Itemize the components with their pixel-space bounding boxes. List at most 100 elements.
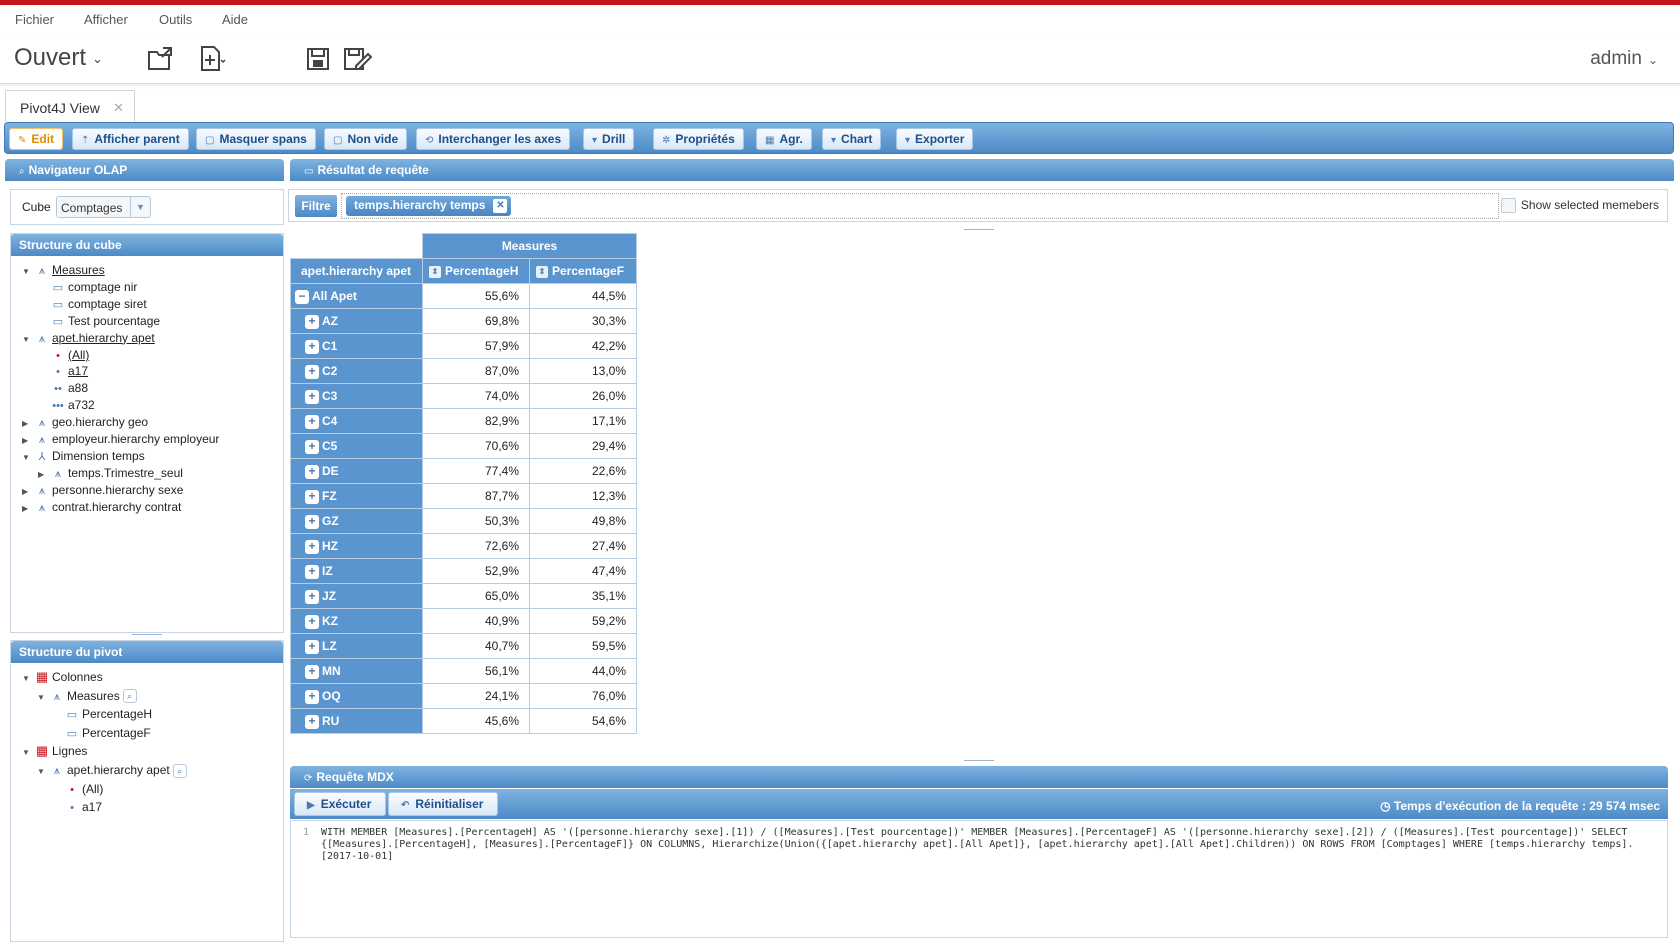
expand-icon[interactable]: + (305, 564, 319, 579)
checkbox[interactable] (1500, 198, 1516, 214)
tree-item[interactable]: • (All) (52, 781, 103, 797)
splitter-handle[interactable] (964, 229, 994, 235)
expand-icon[interactable]: + (305, 489, 319, 504)
mdx-editor[interactable]: 1 WITH MEMBER [Measures].[PercentageH] A… (290, 820, 1668, 938)
row-member[interactable]: + AZ (290, 308, 423, 334)
new-document-icon[interactable] (197, 44, 227, 74)
expand-icon[interactable]: + (305, 364, 319, 379)
row-member[interactable]: + KZ (290, 608, 423, 634)
row-member[interactable]: + HZ (290, 533, 423, 559)
row-member[interactable]: − All Apet (290, 283, 423, 309)
tree-item[interactable]: ▭ PercentageF (52, 725, 151, 741)
expand-right-icon[interactable]: ▶ (22, 416, 34, 432)
menu-afficher[interactable]: Afficher (84, 12, 128, 27)
show-parent-button[interactable]: ⇡ Afficher parent (72, 128, 189, 150)
expand-icon[interactable]: + (305, 664, 319, 679)
expand-icon[interactable]: + (305, 514, 319, 529)
tree-item[interactable]: ▶ ⩚ personne.hierarchy sexe (22, 482, 183, 498)
aggregation-button[interactable]: ▦ Agr. (756, 128, 812, 150)
expand-icon[interactable]: + (305, 714, 319, 729)
expand-down-icon[interactable]: ▼ (37, 690, 49, 706)
mdx-query-text[interactable]: WITH MEMBER [Measures].[PercentageH] AS … (321, 827, 1661, 863)
tree-item[interactable]: ▭ Test pourcentage (38, 313, 160, 329)
open-menu-button[interactable]: Ouvert ⌄ (14, 44, 103, 72)
expand-right-icon[interactable]: ▶ (22, 501, 34, 517)
expand-icon[interactable]: + (305, 389, 319, 404)
execute-button[interactable]: ▶ Exécuter (294, 792, 387, 816)
expand-icon[interactable]: + (305, 539, 319, 554)
expand-icon[interactable]: + (305, 414, 319, 429)
expand-icon[interactable]: + (305, 339, 319, 354)
tree-item[interactable]: ▼ ▦ Colonnes (22, 669, 103, 685)
expand-right-icon[interactable]: ▶ (38, 467, 50, 483)
column-header-percentageh[interactable]: ⇕ PercentageH (422, 258, 530, 284)
menu-aide[interactable]: Aide (222, 12, 248, 27)
collapse-icon[interactable]: − (295, 289, 309, 304)
export-button[interactable]: ▾ Exporter (896, 128, 974, 150)
tree-item[interactable]: ▶ ⩚ employeur.hierarchy employeur (22, 431, 219, 447)
filter-chip[interactable]: temps.hierarchy temps ✕ (346, 196, 512, 216)
row-hierarchy-header[interactable]: apet.hierarchy apet (290, 258, 423, 284)
row-member[interactable]: + IZ (290, 558, 423, 584)
expand-icon[interactable]: + (305, 689, 319, 704)
expand-icon[interactable]: + (305, 614, 319, 629)
expand-icon[interactable]: + (305, 589, 319, 604)
open-folder-icon[interactable] (146, 44, 176, 74)
tree-item[interactable]: ▭ comptage siret (38, 296, 147, 312)
expand-down-icon[interactable]: ▼ (22, 671, 34, 687)
sort-icon[interactable]: ⇕ (536, 265, 548, 278)
row-member[interactable]: + C4 (290, 408, 423, 434)
tree-item[interactable]: ▼ ⩚ apet.hierarchy apet (22, 330, 155, 346)
row-member[interactable]: + C5 (290, 433, 423, 459)
expand-down-icon[interactable]: ▼ (37, 764, 49, 780)
tree-item[interactable]: ▼ ⩚ apet.hierarchy apet ⌕ (37, 762, 187, 778)
menu-outils[interactable]: Outils (159, 12, 192, 27)
expand-icon[interactable]: + (305, 439, 319, 454)
tree-item[interactable]: • a17 (38, 363, 88, 379)
close-icon[interactable]: ✕ (493, 199, 508, 213)
tab-pivot4j-view[interactable]: Pivot4J View ✕ (5, 90, 135, 122)
tree-item[interactable]: •• a88 (38, 380, 88, 396)
expand-icon[interactable]: + (305, 314, 319, 329)
swap-axes-button[interactable]: ⟲ Interchanger les axes (416, 128, 571, 150)
tree-item[interactable]: ▭ PercentageH (52, 706, 152, 722)
tree-item[interactable]: • (All) (38, 347, 89, 363)
row-member[interactable]: + LZ (290, 633, 423, 659)
expand-down-icon[interactable]: ▼ (22, 264, 34, 280)
row-member[interactable]: + JZ (290, 583, 423, 609)
sort-icon[interactable]: ⇕ (429, 265, 441, 278)
expand-down-icon[interactable]: ▼ (22, 745, 34, 761)
tree-item[interactable]: ▶ ⩚ geo.hierarchy geo (22, 414, 148, 430)
tree-item[interactable]: ▭ comptage nir (38, 279, 138, 295)
row-member[interactable]: + OQ (290, 683, 423, 709)
row-member[interactable]: + RU (290, 708, 423, 734)
search-icon[interactable]: ⌕ (122, 689, 137, 704)
menu-fichier[interactable]: Fichier (15, 12, 54, 27)
row-member[interactable]: + FZ (290, 483, 423, 509)
save-icon[interactable] (303, 44, 333, 74)
tree-item[interactable]: ▼ ⩚ Measures (22, 262, 105, 278)
cube-select[interactable]: Comptages ▼ (56, 196, 151, 218)
row-member[interactable]: + C1 (290, 333, 423, 359)
row-member[interactable]: + C2 (290, 358, 423, 384)
drill-button[interactable]: ▾ Drill (583, 128, 635, 150)
column-header-percentagef[interactable]: ⇕ PercentageF (529, 258, 637, 284)
row-member[interactable]: + C3 (290, 383, 423, 409)
reset-button[interactable]: ↶ Réinitialiser (388, 792, 499, 816)
tree-item[interactable]: ▼ ⩚ Measures ⌕ (37, 688, 137, 704)
tree-item[interactable]: ▶ ⩚ contrat.hierarchy contrat (22, 499, 181, 515)
row-member[interactable]: + GZ (290, 508, 423, 534)
save-as-icon[interactable] (342, 44, 372, 74)
tree-item[interactable]: ▶ ⩚ temps.Trimestre_seul (38, 465, 183, 481)
row-member[interactable]: + MN (290, 658, 423, 684)
tree-item[interactable]: ▼ ▦ Lignes (22, 743, 87, 759)
edit-button[interactable]: ✎ Edit (9, 128, 64, 150)
chart-button[interactable]: ▾ Chart (822, 128, 882, 150)
expand-right-icon[interactable]: ▶ (22, 433, 34, 449)
filter-drop-zone[interactable]: temps.hierarchy temps ✕ (341, 193, 1499, 219)
hide-spans-button[interactable]: ▢ Masquer spans (196, 128, 316, 150)
expand-down-icon[interactable]: ▼ (22, 332, 34, 348)
properties-button[interactable]: ✲ Propriétés (653, 128, 744, 150)
close-icon[interactable]: ✕ (113, 100, 124, 116)
row-member[interactable]: + DE (290, 458, 423, 484)
